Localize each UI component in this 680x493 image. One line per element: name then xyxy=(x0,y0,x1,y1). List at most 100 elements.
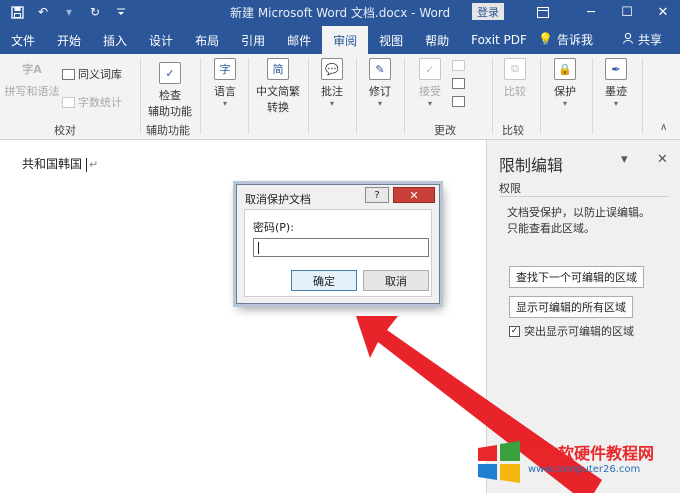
reject-icon xyxy=(452,60,465,71)
collapse-ribbon-icon[interactable]: ∧ xyxy=(660,122,667,133)
document-title: 新建 Microsoft Word 文档.docx - Word xyxy=(230,6,451,20)
cancel-button[interactable]: 取消 xyxy=(363,270,429,291)
checkbox-checked-icon[interactable]: ✓ xyxy=(509,325,520,337)
chevron-down-icon: ▾ xyxy=(613,99,618,108)
language-button[interactable]: 字 语言 ▾ xyxy=(204,58,246,108)
comments-label: 批注 xyxy=(321,85,343,98)
show-all-regions-button[interactable]: 显示可编辑的所有区域 xyxy=(509,296,633,318)
site-watermark: 电脑软硬件教程网 www.computer26.com xyxy=(476,434,680,490)
thesaurus-button[interactable]: 同义词库 xyxy=(62,66,122,82)
tab-help[interactable]: 帮助 xyxy=(414,26,460,54)
accept-icon: ✓ xyxy=(419,58,441,80)
tab-references[interactable]: 引用 xyxy=(230,26,276,54)
reject-button[interactable] xyxy=(452,60,465,71)
lock-icon: 🔒 xyxy=(554,58,576,80)
check-accessibility-button[interactable]: ✓ 检查 辅助功能 xyxy=(144,62,196,119)
close-icon[interactable]: ✕ xyxy=(648,2,678,22)
document-text: 共和国韩国 xyxy=(22,157,83,171)
comments-button[interactable]: 💬 批注 ▾ xyxy=(312,58,352,108)
tab-review[interactable]: 审阅 xyxy=(322,26,369,54)
group-divider xyxy=(308,58,309,134)
document-body[interactable]: 共和国韩国 ↵ xyxy=(22,155,98,172)
tab-home[interactable]: 开始 xyxy=(46,26,92,54)
group-divider xyxy=(140,58,141,134)
track-changes-icon: ✎ xyxy=(369,58,391,80)
group-divider xyxy=(592,58,593,134)
word-count-button[interactable]: 字数统计 xyxy=(62,94,122,110)
tab-layout[interactable]: 布局 xyxy=(184,26,230,54)
pane-close-icon[interactable]: ✕ xyxy=(657,152,668,167)
compare-button[interactable]: ⧉ 比较 xyxy=(496,58,534,99)
paragraph-mark: ↵ xyxy=(89,158,99,171)
track-changes-button[interactable]: ✎ 修订 ▾ xyxy=(360,58,400,108)
chevron-down-icon[interactable]: ▾ xyxy=(58,2,80,22)
tell-me-search[interactable]: 💡 告诉我 xyxy=(538,24,593,54)
quick-access-toolbar: ↶ ▾ ↻ xyxy=(0,2,132,22)
share-button[interactable]: 共享 xyxy=(622,24,662,54)
tracking-label: 修订 xyxy=(369,85,391,98)
next-change-button[interactable] xyxy=(452,96,465,107)
protect-button[interactable]: 🔒 保护 ▾ xyxy=(544,58,586,108)
maximize-icon[interactable]: ☐ xyxy=(612,2,642,22)
person-icon xyxy=(622,32,634,47)
watermark-url: www.computer26.com xyxy=(528,464,641,475)
title-bar: ↶ ▾ ↻ 新建 Microsoft Word 文档.docx - Word 登… xyxy=(0,0,680,24)
text-cursor xyxy=(258,242,259,254)
ribbon: 字A 拼写和语法 同义词库 字数统计 校对 ✓ 检查 辅助功能 辅助功能 字 语… xyxy=(0,54,680,140)
tab-file[interactable]: 文件 xyxy=(0,26,46,54)
watermark-name: 电脑软硬件教程网 xyxy=(526,444,655,463)
tell-me-label: 告诉我 xyxy=(556,32,593,47)
redo-icon[interactable]: ↻ xyxy=(84,2,106,22)
chinese-conversion-button[interactable]: 简 中文简繁 转换 xyxy=(252,58,304,115)
thesaurus-icon xyxy=(62,68,75,80)
ok-button[interactable]: 确定 xyxy=(291,270,357,291)
highlight-label: 突出显示可编辑的区域 xyxy=(524,325,634,338)
ink-button[interactable]: ✒ 墨迹 ▾ xyxy=(596,58,636,108)
spelling-label: 拼写和语法 xyxy=(4,85,60,98)
chinese-conversion-icon: 简 xyxy=(267,58,289,80)
accept-label: 接受 xyxy=(419,85,441,98)
previous-change-button[interactable] xyxy=(452,78,465,89)
tab-design[interactable]: 设计 xyxy=(138,26,184,54)
group-divider xyxy=(248,58,249,134)
password-input[interactable] xyxy=(253,238,429,257)
dialog-close-button[interactable]: ✕ xyxy=(393,187,435,203)
undo-icon[interactable]: ↶ xyxy=(32,2,54,22)
group-label-compare: 比较 xyxy=(502,124,524,137)
customize-icon[interactable] xyxy=(110,2,132,22)
lightbulb-icon: 💡 xyxy=(538,32,553,46)
language-label: 语言 xyxy=(214,85,236,98)
language-icon: 字 xyxy=(214,58,236,80)
dialog-content: 密码(P): 确定 取消 xyxy=(244,209,432,297)
group-label-accessibility: 辅助功能 xyxy=(146,124,190,137)
find-next-region-button[interactable]: 查找下一个可编辑的区域 xyxy=(509,266,644,288)
pane-options-icon[interactable]: ▾ xyxy=(621,152,628,167)
group-divider xyxy=(492,58,493,134)
tab-insert[interactable]: 插入 xyxy=(92,26,138,54)
login-button[interactable]: 登录 xyxy=(472,3,504,20)
tab-mailings[interactable]: 邮件 xyxy=(276,26,322,54)
chinese-convert-line2: 转换 xyxy=(267,101,289,114)
chevron-down-icon: ▾ xyxy=(222,99,227,108)
compare-icon: ⧉ xyxy=(504,58,526,80)
check-line1: 检查 xyxy=(159,89,181,102)
accept-button[interactable]: ✓ 接受 ▾ xyxy=(410,58,450,108)
group-label-changes: 更改 xyxy=(434,124,456,137)
password-label: 密码(P): xyxy=(253,221,294,234)
protection-info-line1: 文档受保护，以防止误编辑。 xyxy=(507,206,650,219)
group-divider xyxy=(200,58,201,134)
minimize-icon[interactable]: ─ xyxy=(576,2,606,22)
tab-view[interactable]: 视图 xyxy=(368,26,414,54)
tab-foxit-pdf[interactable]: Foxit PDF xyxy=(460,26,538,54)
check-line2: 辅助功能 xyxy=(148,105,192,118)
pane-title: 限制编辑 xyxy=(499,156,564,175)
spelling-grammar-button[interactable]: 字A 拼写和语法 xyxy=(4,58,60,99)
ink-label: 墨迹 xyxy=(605,85,627,98)
highlight-regions-checkbox[interactable]: ✓ 突出显示可编辑的区域 xyxy=(509,323,634,339)
ribbon-display-icon[interactable] xyxy=(528,2,558,22)
windows-logo-icon xyxy=(478,441,520,483)
previous-change-icon xyxy=(452,78,465,89)
protection-info-line2: 只能查看此区域。 xyxy=(507,222,595,235)
save-icon[interactable] xyxy=(6,2,28,22)
help-button[interactable]: ? xyxy=(365,187,389,203)
